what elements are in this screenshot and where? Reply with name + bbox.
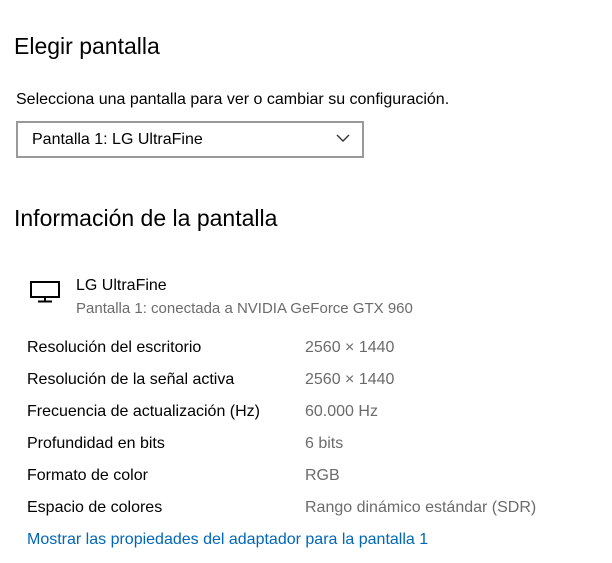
info-row-active-signal-resolution: Resolución de la señal activa 2560 × 144… [27, 369, 587, 401]
info-value: Rango dinámico estándar (SDR) [305, 499, 537, 516]
display-info-heading: Información de la pantalla [14, 205, 278, 231]
info-row-bit-depth: Profundidad en bits 6 bits [27, 433, 587, 465]
info-label: Resolución del escritorio [27, 339, 202, 356]
adapter-properties-link[interactable]: Mostrar las propiedades del adaptador pa… [27, 529, 428, 551]
info-row-color-space: Espacio de colores Rango dinámico estánd… [27, 497, 587, 529]
device-name: LG UltraFine [76, 277, 167, 294]
info-label: Frecuencia de actualización (Hz) [27, 403, 260, 420]
info-row-color-format: Formato de color RGB [27, 465, 587, 497]
info-row-refresh-rate: Frecuencia de actualización (Hz) 60.000 … [27, 401, 587, 433]
info-value: 2560 × 1440 [305, 371, 395, 388]
choose-display-instruction: Selecciona una pantalla para ver o cambi… [16, 91, 450, 108]
display-info-table: Resolución del escritorio 2560 × 1440 Re… [27, 337, 587, 529]
info-label: Profundidad en bits [27, 435, 165, 452]
info-value: 60.000 Hz [305, 403, 378, 420]
info-value: RGB [305, 467, 340, 484]
info-label: Resolución de la señal activa [27, 371, 235, 388]
info-label: Espacio de colores [27, 499, 163, 516]
info-label: Formato de color [27, 467, 148, 484]
device-connection: Pantalla 1: conectada a NVIDIA GeForce G… [76, 300, 413, 317]
info-value: 6 bits [305, 435, 344, 452]
info-row-desktop-resolution: Resolución del escritorio 2560 × 1440 [27, 337, 587, 369]
monitor-icon [30, 281, 60, 303]
chevron-down-icon [336, 134, 350, 142]
info-value: 2560 × 1440 [305, 339, 395, 356]
choose-display-heading: Elegir pantalla [14, 33, 160, 59]
display-select-dropdown[interactable]: Pantalla 1: LG UltraFine [16, 121, 364, 158]
display-select-value: Pantalla 1: LG UltraFine [32, 131, 203, 148]
